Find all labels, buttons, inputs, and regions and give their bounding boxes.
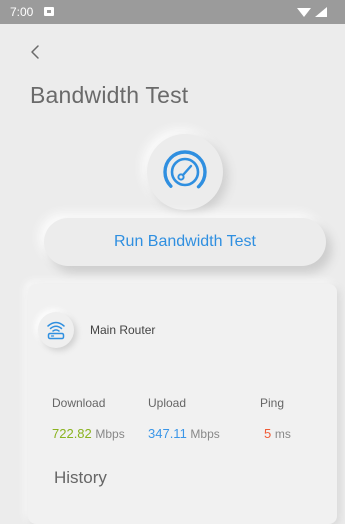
chevron-left-icon xyxy=(31,45,39,59)
ping-label: Ping xyxy=(260,396,285,410)
router-name: Main Router xyxy=(90,323,156,337)
ping-unit: ms xyxy=(274,427,291,441)
status-indicators xyxy=(295,6,329,18)
download-label: Download xyxy=(52,396,106,410)
speedometer-icon xyxy=(163,150,207,194)
ping-value: 5 xyxy=(264,426,272,441)
upload-value: 347.11 xyxy=(148,426,187,441)
wifi-router-icon xyxy=(47,321,65,340)
cell-signal-icon xyxy=(315,7,327,17)
status-time: 7:00 xyxy=(10,5,34,19)
router-card: Main Router Download Upload Ping 722.82 … xyxy=(28,284,337,524)
upload-metric: 347.11 Mbps xyxy=(148,426,220,441)
back-button[interactable] xyxy=(26,42,46,62)
wifi-signal-icon xyxy=(297,8,311,17)
router-icon-badge xyxy=(38,312,74,348)
page-title: Bandwidth Test xyxy=(30,82,189,108)
upload-label: Upload xyxy=(148,396,187,410)
status-bar: 7:00 xyxy=(0,0,345,24)
history-title: History xyxy=(54,468,107,487)
download-value: 722.82 xyxy=(52,426,92,441)
download-unit: Mbps xyxy=(95,427,125,441)
upload-unit: Mbps xyxy=(190,427,220,441)
ping-metric: 5 ms xyxy=(264,426,291,441)
run-bandwidth-test-button[interactable]: Run Bandwidth Test xyxy=(44,218,326,266)
download-metric: 722.82 Mbps xyxy=(52,426,125,441)
notification-icon xyxy=(44,7,54,16)
speed-gauge xyxy=(147,134,223,210)
